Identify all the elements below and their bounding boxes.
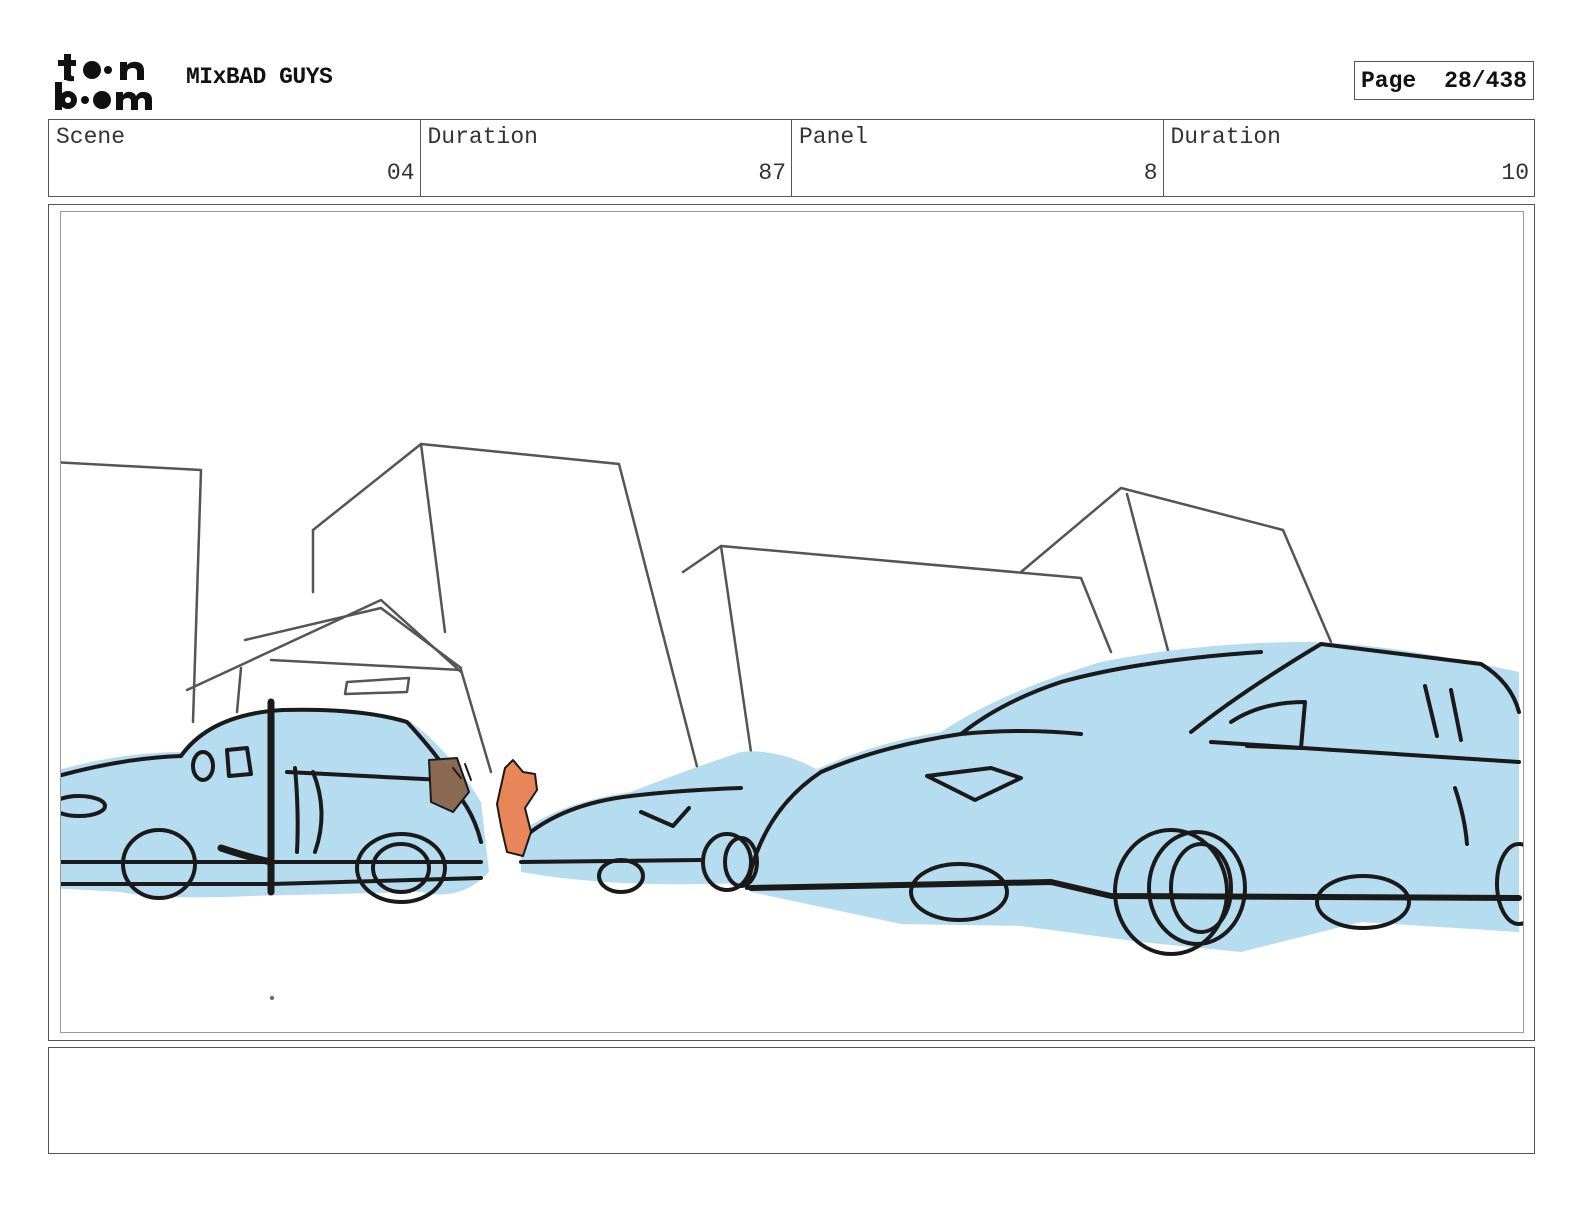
panel-duration-label: Duration	[1170, 124, 1281, 150]
scene-value: 04	[386, 160, 415, 186]
storyboard-panel-frame	[48, 204, 1535, 1041]
scene-duration-cell: Duration 87	[421, 120, 792, 196]
page-label: Page	[1361, 67, 1417, 94]
sketch-dot	[270, 996, 274, 1000]
panel-duration-cell: Duration 10	[1164, 120, 1535, 196]
panel-duration-value: 10	[1501, 160, 1529, 186]
page-value: 28/438	[1444, 67, 1527, 94]
scene-info-row: Scene 04 Duration 87 Panel 8 Duration 10	[48, 119, 1535, 197]
project-title: MIxBAD GUYS	[186, 64, 333, 90]
panel-cell: Panel 8	[792, 120, 1164, 196]
storyboard-drawing	[60, 211, 1524, 1033]
scene-duration-value: 87	[758, 160, 786, 186]
panel-label: Panel	[799, 124, 869, 150]
scene-cell: Scene 04	[49, 120, 421, 196]
toonboom-logo	[52, 50, 164, 112]
panel-notes-box	[48, 1047, 1535, 1154]
panel-value: 8	[1143, 160, 1158, 186]
scene-label: Scene	[56, 124, 126, 150]
scene-duration-label: Duration	[427, 124, 538, 150]
page-counter: Page 28/438	[1354, 61, 1534, 100]
